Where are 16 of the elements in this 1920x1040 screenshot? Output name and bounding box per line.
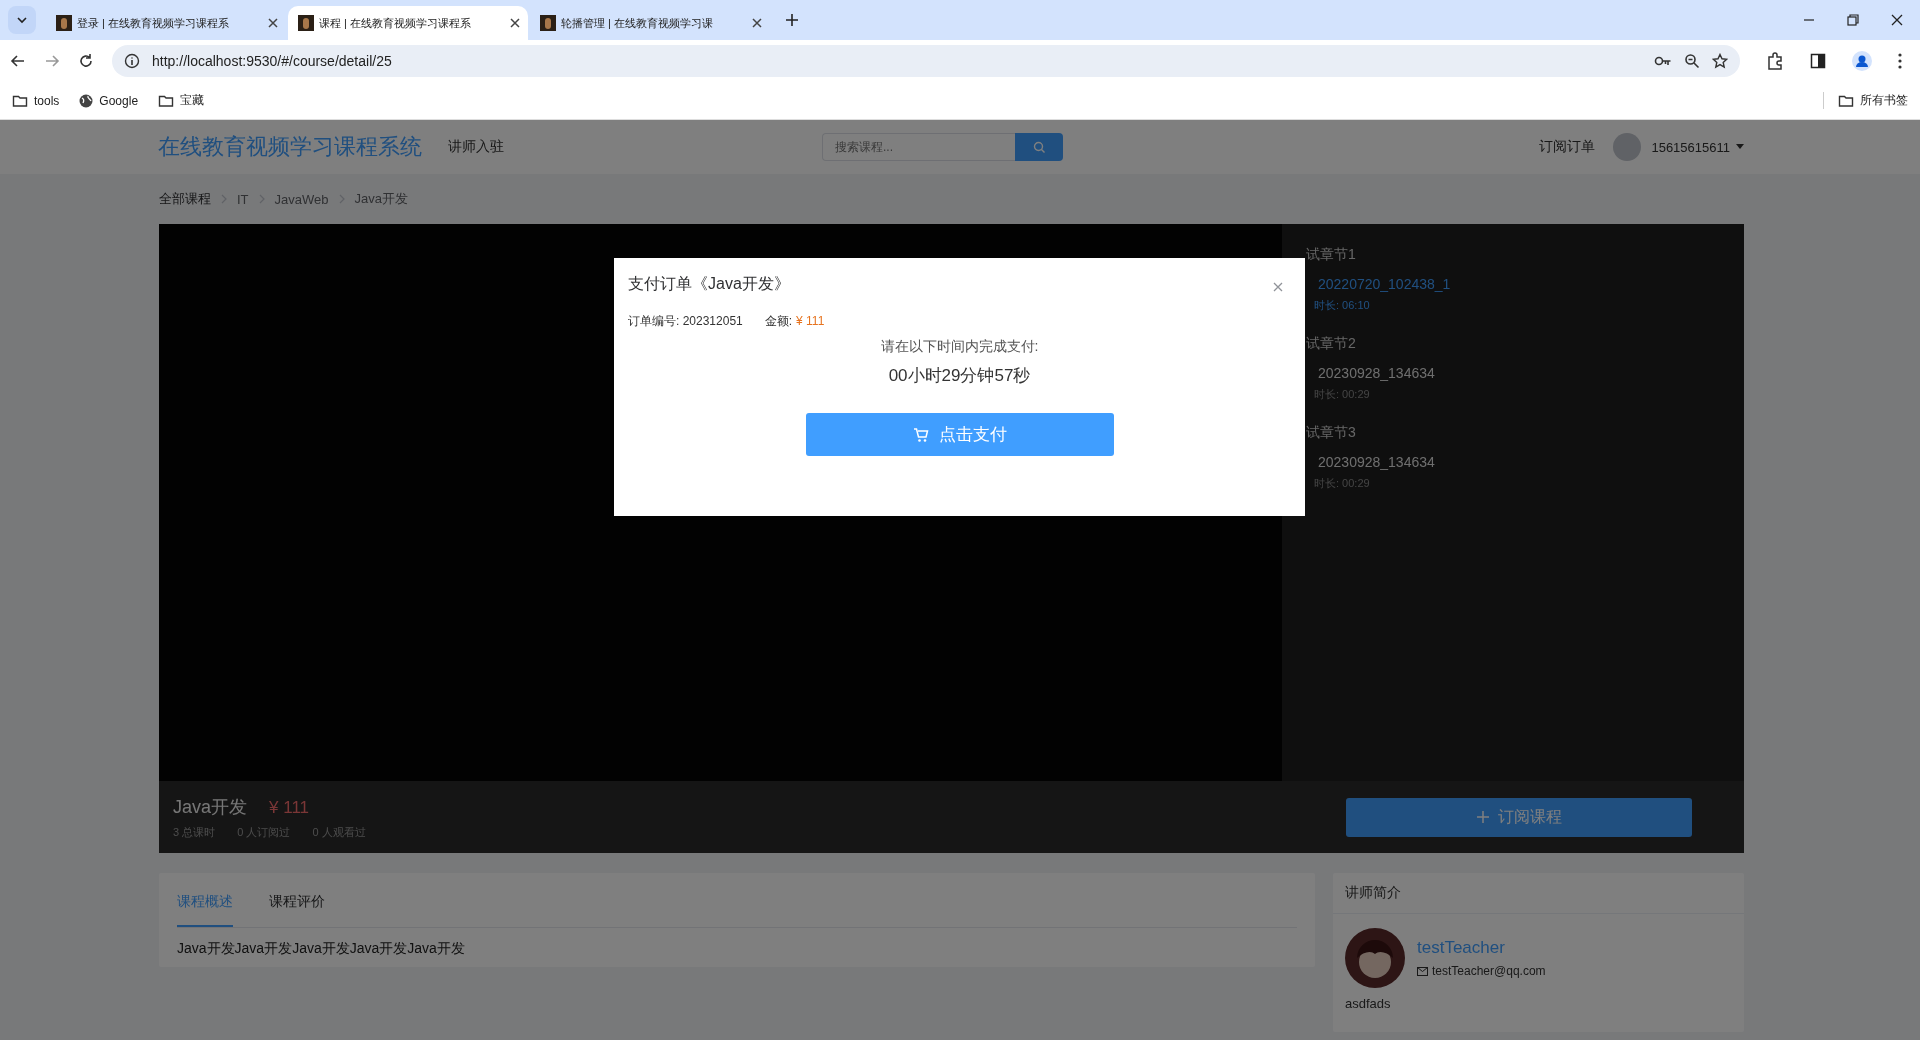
course-price: ¥ 111 <box>269 797 310 817</box>
order-number: 订单编号: 202312051 <box>628 313 743 330</box>
dialog-title: 支付订单《Java开发》 <box>628 274 790 294</box>
amount-label: 金额: <box>764 314 793 328</box>
payment-prompt: 请在以下时间内完成支付: <box>879 338 1040 356</box>
teacher-bio: asdfads <box>1344 995 1392 1013</box>
course-title: Java开发 <box>173 796 248 817</box>
countdown: 00小时29分钟57秒 <box>887 365 1032 387</box>
teacher-email: testTeacher@qq.com <box>1432 964 1546 978</box>
chapter-title: 试章节1 <box>1306 246 1357 264</box>
chapter-title: 试章节2 <box>1306 335 1357 353</box>
course-description: Java开发Java开发Java开发Java开发Java开发 <box>177 940 466 958</box>
amount-value: ¥ 111 <box>796 314 825 328</box>
teacher-heading: 讲师简介 <box>1333 873 1744 914</box>
lesson-duration: 时长: 06:10 <box>1314 298 1371 313</box>
chapter-title: 试章节3 <box>1306 424 1357 442</box>
